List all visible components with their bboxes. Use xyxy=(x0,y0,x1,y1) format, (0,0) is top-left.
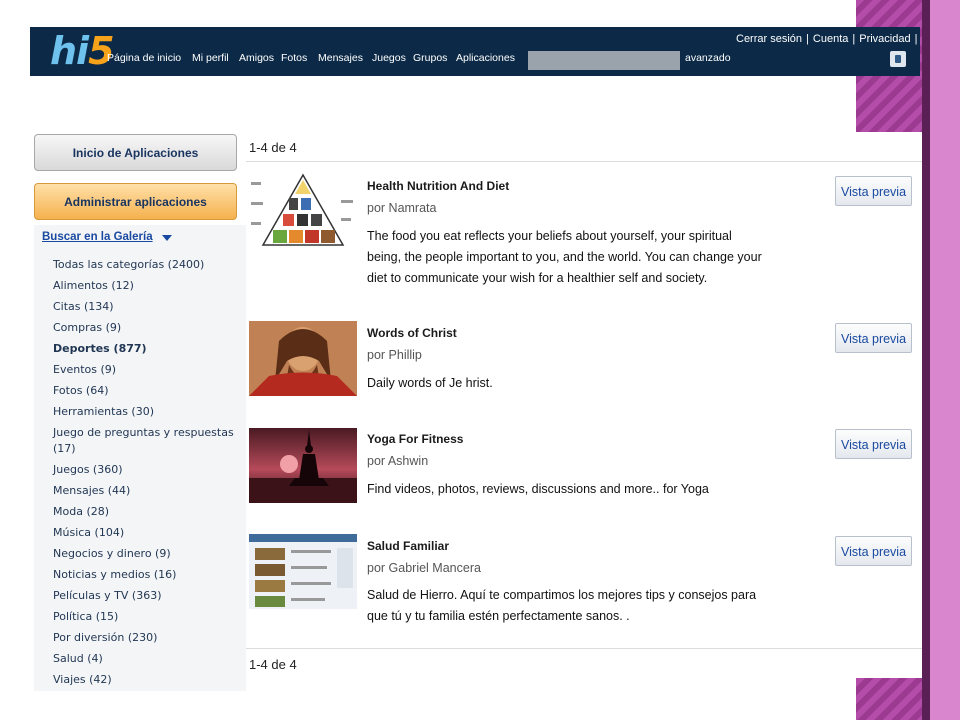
separator: | xyxy=(852,33,856,45)
results-count-bottom: 1-4 de 4 xyxy=(249,657,297,672)
nav-inicio[interactable]: Página de inicio xyxy=(107,52,181,64)
app-description: The food you eat reflects your beliefs a… xyxy=(367,229,762,285)
category-item[interactable]: Música (104) xyxy=(53,526,124,540)
app-thumbnail-christ[interactable] xyxy=(249,321,357,396)
decorative-edge xyxy=(922,0,930,720)
category-item[interactable]: Por diversión (230) xyxy=(53,631,157,645)
category-item[interactable]: Viajes (42) xyxy=(53,673,112,687)
preview-button[interactable]: Vista previa xyxy=(835,176,912,206)
app-description: Salud de Hierro. Aquí te compartimos los… xyxy=(367,588,757,623)
app-author[interactable]: por Phillip xyxy=(367,348,422,362)
preview-button[interactable]: Vista previa xyxy=(835,429,912,459)
category-item[interactable]: Moda (28) xyxy=(53,505,109,519)
account-links: Cerrar sesión | Cuenta | Privacidad | xyxy=(736,33,921,45)
notification-icon[interactable] xyxy=(890,51,906,67)
nav-aplicaciones[interactable]: Aplicaciones xyxy=(456,52,515,64)
category-item[interactable]: Política (15) xyxy=(53,610,118,624)
category-item[interactable]: Noticias y medios (16) xyxy=(53,568,176,582)
category-item-count[interactable]: (17) xyxy=(53,442,76,456)
divider xyxy=(246,161,922,162)
divider xyxy=(246,648,922,649)
app-title[interactable]: Health Nutrition And Diet xyxy=(367,179,509,193)
app-title[interactable]: Salud Familiar xyxy=(367,539,449,553)
category-item[interactable]: Juego de preguntas y respuestas xyxy=(53,426,234,440)
category-item[interactable]: Mensajes (44) xyxy=(53,484,130,498)
nav-fotos[interactable]: Fotos xyxy=(281,52,307,64)
app-thumbnail-yoga[interactable] xyxy=(249,428,357,503)
app-description: Daily words of Je hrist. xyxy=(367,376,493,390)
category-item[interactable]: Compras (9) xyxy=(53,321,121,335)
preview-button[interactable]: Vista previa xyxy=(835,536,912,566)
search-input[interactable] xyxy=(528,51,680,70)
nav-amigos[interactable]: Amigos xyxy=(239,52,274,64)
category-item[interactable]: Todas las categorías (2400) xyxy=(53,258,204,272)
separator: | xyxy=(806,33,809,45)
category-item[interactable]: Citas (134) xyxy=(53,300,114,314)
app-description: Find videos, photos, reviews, discussion… xyxy=(367,482,709,496)
caret-down-icon[interactable] xyxy=(162,235,172,241)
account-link[interactable]: Cuenta xyxy=(813,33,848,45)
separator: | xyxy=(914,33,918,45)
category-item[interactable]: Fotos (64) xyxy=(53,384,109,398)
app-title[interactable]: Yoga For Fitness xyxy=(367,432,463,446)
category-item[interactable]: Negocios y dinero (9) xyxy=(53,547,171,561)
category-item[interactable]: Alimentos (12) xyxy=(53,279,134,293)
applications-home-button[interactable]: Inicio de Aplicaciones xyxy=(34,134,237,171)
category-item[interactable]: Herramientas (30) xyxy=(53,405,154,419)
nav-grupos[interactable]: Grupos xyxy=(413,52,447,64)
category-item[interactable]: Salud (4) xyxy=(53,652,103,666)
nav-perfil[interactable]: Mi perfil xyxy=(192,52,229,64)
nav-mensajes[interactable]: Mensajes xyxy=(318,52,363,64)
app-title[interactable]: Words of Christ xyxy=(367,326,457,340)
advanced-search-link[interactable]: avanzado xyxy=(685,52,731,64)
app-author[interactable]: por Gabriel Mancera xyxy=(367,561,481,575)
gallery-search-link[interactable]: Buscar en la Galería xyxy=(42,231,153,243)
privacy-link[interactable]: Privacidad xyxy=(859,33,910,45)
manage-applications-button[interactable]: Administrar aplicaciones xyxy=(34,183,237,220)
app-thumbnail-nutrition[interactable] xyxy=(249,172,357,247)
category-item[interactable]: Juegos (360) xyxy=(53,463,123,477)
results-count-top: 1-4 de 4 xyxy=(249,140,297,155)
hi5-logo[interactable]: hi5 xyxy=(50,29,115,73)
decorative-band xyxy=(930,0,960,720)
logo-hi: hi xyxy=(50,29,89,73)
nav-juegos[interactable]: Juegos xyxy=(372,52,406,64)
app-author[interactable]: por Ashwin xyxy=(367,454,428,468)
preview-button[interactable]: Vista previa xyxy=(835,323,912,353)
logo-5: 5 xyxy=(88,29,114,73)
app-author[interactable]: por Namrata xyxy=(367,201,436,215)
app-thumbnail-salud[interactable] xyxy=(249,534,357,609)
logout-link[interactable]: Cerrar sesión xyxy=(736,33,802,45)
category-item[interactable]: Eventos (9) xyxy=(53,363,116,377)
category-item[interactable]: Películas y TV (363) xyxy=(53,589,162,603)
category-item-selected[interactable]: Deportes (877) xyxy=(53,342,147,356)
